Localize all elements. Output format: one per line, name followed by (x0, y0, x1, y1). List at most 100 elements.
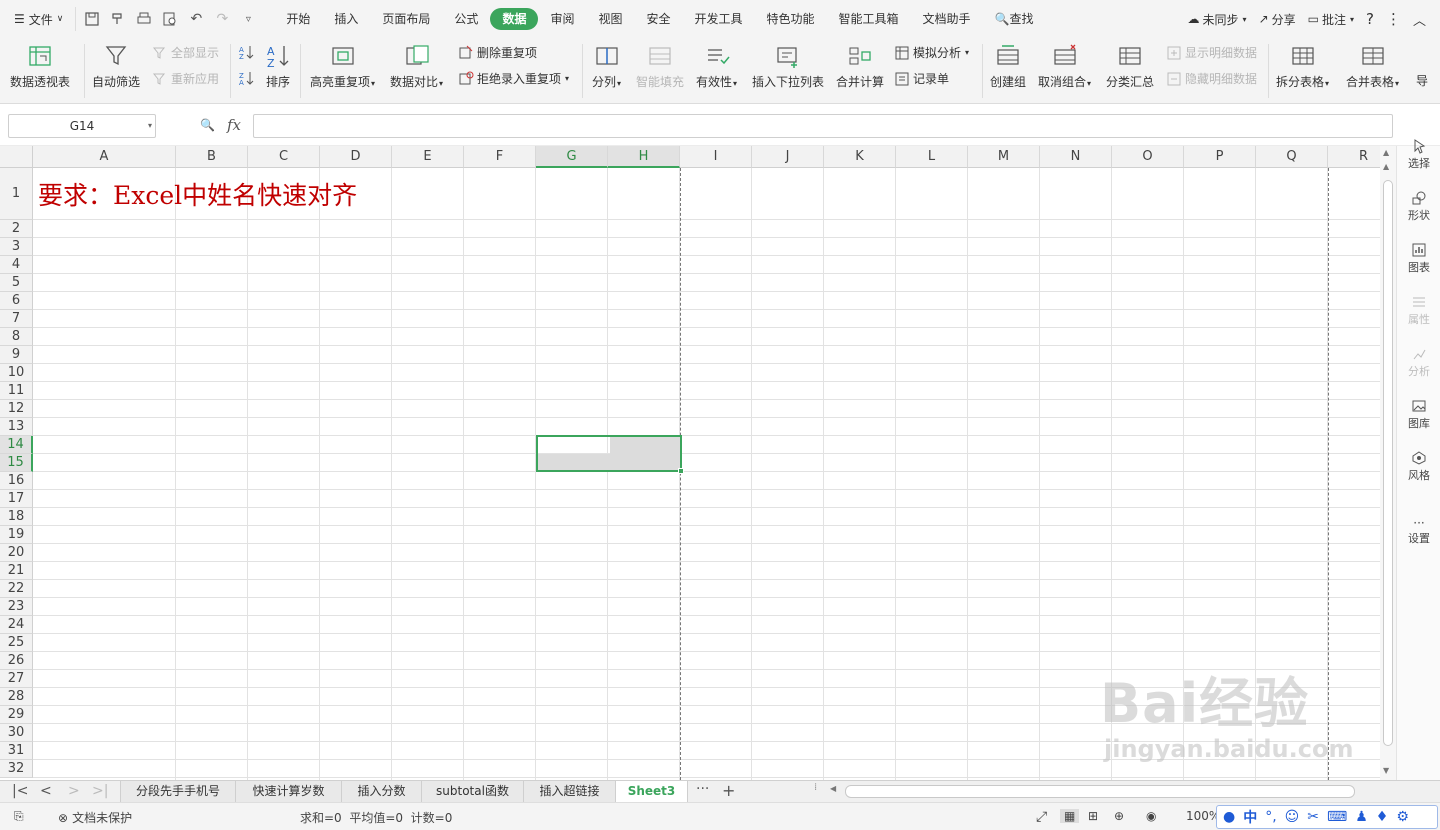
validity-button[interactable]: 有效性▾ (696, 38, 737, 90)
column-header-e[interactable]: E (392, 146, 464, 168)
reapply-button[interactable]: 重新应用 (152, 70, 219, 87)
name-box[interactable]: G14 ▾ (8, 114, 156, 138)
split-handle-icon[interactable]: ⁞ (814, 782, 817, 793)
panel-shape-button[interactable]: 形状 (1397, 190, 1440, 223)
sheet-tab[interactable]: subtotal函数 (422, 781, 524, 803)
autofilter-button[interactable]: 自动筛选 (92, 38, 140, 90)
first-sheet-icon[interactable]: |< (12, 783, 28, 799)
tab-review[interactable]: 审阅 (538, 8, 586, 30)
tab-page-layout[interactable]: 页面布局 (370, 8, 442, 30)
selection-range-g14-h15[interactable] (536, 435, 682, 472)
normal-view-icon[interactable]: ▦ (1060, 809, 1080, 823)
panel-settings-button[interactable]: ··· 设置 (1397, 516, 1440, 546)
column-header-m[interactable]: M (968, 146, 1040, 168)
protect-status[interactable]: ⊗ 文档未保护 (58, 809, 132, 826)
merge-table-button[interactable]: 合并表格▾ (1346, 38, 1399, 90)
row-header-1[interactable]: 1 (0, 168, 33, 220)
row-header-32[interactable]: 32 (0, 760, 33, 778)
panel-analysis-button[interactable]: 分析 (1397, 346, 1440, 379)
create-group-button[interactable]: 创建组 (990, 38, 1026, 90)
last-sheet-icon[interactable]: >| (92, 783, 108, 799)
row-header-8[interactable]: 8 (0, 328, 33, 346)
review-button[interactable]: ▭ 批注 ▾ (1308, 11, 1354, 28)
zoom-icon[interactable]: 🔍 (200, 118, 215, 132)
column-header-o[interactable]: O (1112, 146, 1184, 168)
fullscreen-icon[interactable]: ⤢ (1036, 809, 1047, 825)
formula-input[interactable] (253, 114, 1393, 138)
row-header-15[interactable]: 15 (0, 454, 33, 472)
help-icon[interactable]: ? (1366, 10, 1374, 28)
sheet-tab[interactable]: 插入超链接 (524, 781, 616, 803)
scroll-up-icon[interactable]: ▲ (1383, 162, 1389, 171)
row-header-17[interactable]: 17 (0, 490, 33, 508)
row-header-10[interactable]: 10 (0, 364, 33, 382)
undo-icon[interactable]: ↶ (184, 7, 208, 31)
column-header-g[interactable]: G (536, 146, 608, 168)
tab-doc-assistant[interactable]: 文档助手 (911, 8, 983, 30)
panel-chart-button[interactable]: 图表 (1397, 242, 1440, 275)
tab-home[interactable]: 开始 (274, 8, 322, 30)
column-header-r[interactable]: R (1328, 146, 1380, 168)
ribbon-more-button[interactable]: 导 (1416, 72, 1428, 89)
scroll-down-icon[interactable]: ▼ (1383, 766, 1389, 775)
select-all-corner[interactable] (0, 146, 33, 168)
print-preview-icon[interactable] (158, 7, 182, 31)
panel-property-button[interactable]: 属性 (1397, 294, 1440, 327)
cell-a1-text[interactable]: 要求：Excel中姓名快速对齐 (38, 176, 357, 212)
insert-function-button[interactable]: fx (227, 116, 241, 134)
page-break-view-icon[interactable]: ⊞ (1088, 809, 1098, 823)
customize-toolbar-icon[interactable]: ▿ (236, 7, 260, 31)
row-header-12[interactable]: 12 (0, 400, 33, 418)
row-header-28[interactable]: 28 (0, 688, 33, 706)
sheet-tab[interactable]: 插入分数 (342, 781, 422, 803)
row-header-23[interactable]: 23 (0, 598, 33, 616)
insert-dropdown-list-button[interactable]: 插入下拉列表 (752, 38, 824, 90)
column-header-n[interactable]: N (1040, 146, 1112, 168)
column-header-j[interactable]: J (752, 146, 824, 168)
macro-record-icon[interactable]: ⎘ (14, 809, 24, 824)
tab-data[interactable]: 数据 (490, 8, 539, 30)
sheet-tab[interactable]: 分段先手手机号 (120, 781, 236, 803)
tab-developer[interactable]: 开发工具 (683, 8, 755, 30)
row-header-25[interactable]: 25 (0, 634, 33, 652)
row-header-3[interactable]: 3 (0, 238, 33, 256)
vertical-scroll-thumb[interactable] (1383, 180, 1393, 746)
column-header-a[interactable]: A (33, 146, 176, 168)
row-header-4[interactable]: 4 (0, 256, 33, 274)
eye-protection-icon[interactable]: ◉ (1146, 809, 1156, 823)
panel-select-button[interactable]: 选择 (1397, 138, 1440, 171)
smart-fill-button[interactable]: 智能填充 (636, 38, 684, 90)
tab-smart-toolbox[interactable]: 智能工具箱 (827, 8, 911, 30)
fill-handle[interactable] (678, 468, 684, 474)
ungroup-button[interactable]: 取消组合▾ (1038, 38, 1091, 90)
column-header-l[interactable]: L (896, 146, 968, 168)
column-header-d[interactable]: D (320, 146, 392, 168)
row-header-30[interactable]: 30 (0, 724, 33, 742)
consolidate-button[interactable]: 合并计算 (836, 38, 884, 90)
sort-descending-icon[interactable]: ZA (238, 70, 254, 86)
sheet-tab[interactable]: 快速计算岁数 (236, 781, 342, 803)
file-menu-button[interactable]: ☰ 文件 ∨ (0, 0, 71, 38)
panel-style-button[interactable]: 风格 (1397, 450, 1440, 483)
tab-special[interactable]: 特色功能 (755, 8, 827, 30)
tab-insert[interactable]: 插入 (322, 8, 370, 30)
vertical-scrollbar[interactable]: ▲ ▲ ▼ (1380, 146, 1396, 780)
column-header-h[interactable]: H (608, 146, 680, 168)
column-header-p[interactable]: P (1184, 146, 1256, 168)
row-header-6[interactable]: 6 (0, 292, 33, 310)
column-header-c[interactable]: C (248, 146, 320, 168)
row-header-24[interactable]: 24 (0, 616, 33, 634)
row-header-26[interactable]: 26 (0, 652, 33, 670)
save-icon[interactable] (80, 7, 104, 31)
remove-duplicates-button[interactable]: 删除重复项 (458, 44, 537, 61)
more-sheets-icon[interactable]: ··· (696, 781, 709, 797)
row-header-20[interactable]: 20 (0, 544, 33, 562)
hide-detail-button[interactable]: 隐藏明细数据 (1166, 70, 1257, 87)
scroll-left-icon[interactable]: ◀ (830, 784, 836, 793)
page-layout-view-icon[interactable]: ⊕ (1114, 809, 1124, 823)
column-header-i[interactable]: I (680, 146, 752, 168)
row-header-7[interactable]: 7 (0, 310, 33, 328)
add-sheet-icon[interactable]: + (722, 781, 735, 800)
split-column-button[interactable]: 分列▾ (592, 38, 621, 90)
collapse-ribbon-icon[interactable]: ︿ (1413, 10, 1426, 29)
